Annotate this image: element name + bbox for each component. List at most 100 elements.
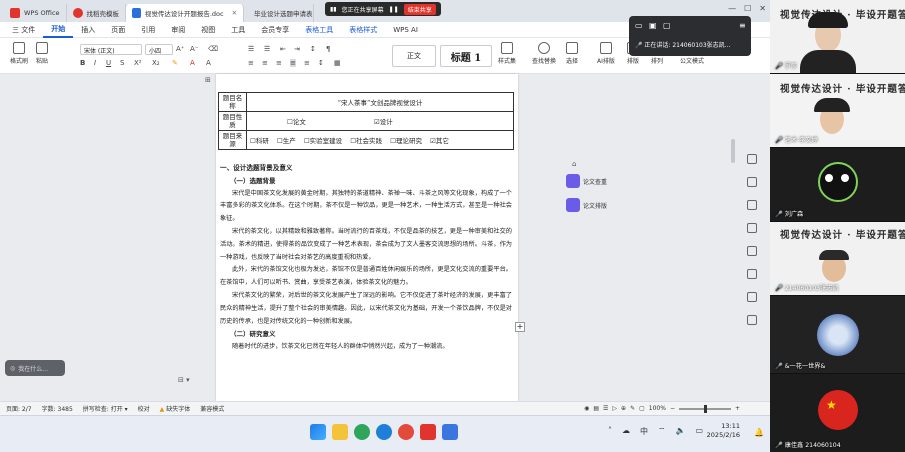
zoom-out-icon[interactable]: − xyxy=(670,405,675,412)
chevron-up-icon[interactable]: ˄ xyxy=(608,426,612,437)
italic-icon[interactable]: I xyxy=(94,59,96,67)
settings-icon[interactable] xyxy=(747,269,757,279)
checkbox-thesis[interactable]: ☐论文 xyxy=(287,116,306,126)
participant-tile[interactable]: 视觉传达设计 · 毕设开题答辩 🎤 艺术-李文婷 xyxy=(770,74,905,147)
shrink-font-icon[interactable]: A⁻ xyxy=(190,45,198,53)
menu-insert[interactable]: 插入 xyxy=(73,25,103,35)
style-set-button[interactable]: 样式集 xyxy=(498,42,516,65)
edit-icon[interactable] xyxy=(747,177,757,187)
scrollbar-thumb[interactable] xyxy=(731,139,735,163)
edge-icon[interactable] xyxy=(376,424,392,440)
show-marks-icon[interactable]: ¶ xyxy=(326,45,330,53)
reading-icon[interactable] xyxy=(747,315,757,325)
window-icon[interactable]: ▢ xyxy=(663,21,671,30)
menu-table-style[interactable]: 表格样式 xyxy=(341,25,385,35)
wps-icon[interactable] xyxy=(420,424,436,440)
superscript-icon[interactable]: X² xyxy=(134,59,142,67)
font-size-select[interactable]: 小四 xyxy=(145,44,173,55)
cursor-icon[interactable] xyxy=(747,200,757,210)
clock[interactable]: 13:11 2025/2/16 xyxy=(707,422,740,440)
add-row-icon[interactable]: + xyxy=(515,322,525,332)
close-icon[interactable]: ✕ xyxy=(759,4,766,13)
indent-icon[interactable]: ⇥ xyxy=(294,45,300,53)
align-left-icon[interactable]: ≡ xyxy=(248,59,254,67)
minimize-icon[interactable]: — xyxy=(728,4,736,13)
subscript-icon[interactable]: X₂ xyxy=(152,59,160,67)
eye-icon[interactable]: ◉ xyxy=(584,405,589,412)
format-painter-button[interactable]: 格式刷 xyxy=(10,42,28,65)
document-body[interactable]: 一、设计选题背景及意义 （一）选题背景 宋代是中国茶文化发展的黄金时期，其独特的… xyxy=(220,162,512,354)
checkbox-design[interactable]: ☑设计 xyxy=(374,116,393,126)
battery-icon[interactable]: ▭ xyxy=(696,426,704,437)
font-color-icon[interactable]: A xyxy=(190,59,195,67)
menu-tools[interactable]: 工具 xyxy=(223,25,253,35)
rotate-icon[interactable] xyxy=(747,223,757,233)
maximize-icon[interactable]: ☐ xyxy=(744,4,751,13)
missing-font-button[interactable]: ▲ 缺失字体 xyxy=(160,404,191,413)
pen-icon[interactable] xyxy=(747,154,757,164)
numbering-icon[interactable]: ☰ xyxy=(264,45,270,53)
ai-icon[interactable] xyxy=(747,292,757,302)
align-right-icon[interactable]: ≡ xyxy=(276,59,282,67)
table-handle-icon[interactable]: ⊞ xyxy=(205,76,211,84)
paste-button[interactable]: 粘贴 xyxy=(36,42,48,65)
tab-wps-office[interactable]: WPS Office xyxy=(4,4,67,22)
menu-page[interactable]: 页面 xyxy=(103,25,133,35)
proofread-button[interactable]: 校对 xyxy=(138,404,150,413)
checkbox-production[interactable]: ☐生产 xyxy=(277,135,296,145)
select-button[interactable]: 选择 xyxy=(566,42,578,65)
participant-tile[interactable]: 视觉传达设计 · 毕设开题答辩 🎤 罗莎 xyxy=(770,0,905,73)
web-view-icon[interactable]: ☰ xyxy=(603,405,608,412)
shapes-icon[interactable] xyxy=(747,246,757,256)
distribute-icon[interactable]: ≡ xyxy=(304,59,310,67)
ai-assistant-bubble[interactable]: ◎ 我在什么... xyxy=(5,360,65,376)
sort-icon[interactable]: ↕ xyxy=(310,45,316,53)
underline-icon[interactable]: U xyxy=(106,59,111,67)
stop-share-button[interactable]: 结束共享 xyxy=(403,3,436,15)
start-icon[interactable] xyxy=(310,424,326,440)
wechat-icon[interactable] xyxy=(354,424,370,440)
document-page[interactable]: ⊞ 题目名称 “宋人茶事”文创品牌视觉设计 题目性质 ☐论文 ☑设计 题目来源 xyxy=(216,74,518,401)
checkbox-research[interactable]: ☐科研 xyxy=(250,135,269,145)
volume-icon[interactable]: 🔈 xyxy=(676,426,686,437)
pen-icon[interactable]: ✎ xyxy=(630,405,635,412)
shading-icon[interactable]: ▦ xyxy=(334,59,341,67)
char-border-icon[interactable]: A xyxy=(206,59,211,67)
tab-templates[interactable]: 找稻壳模板 xyxy=(67,4,127,22)
wifi-icon[interactable]: ⌔ xyxy=(658,426,666,437)
zoom-in-icon[interactable]: + xyxy=(735,405,740,412)
more-icon[interactable]: ≡ xyxy=(739,21,746,30)
bullets-icon[interactable]: ☰ xyxy=(248,45,254,53)
spell-check-toggle[interactable]: 拼写检查: 打开 ▾ xyxy=(83,404,128,413)
bold-icon[interactable]: B xyxy=(80,59,85,67)
paper-layout-button[interactable]: 论文排版 xyxy=(566,198,626,212)
menu-references[interactable]: 引用 xyxy=(133,25,163,35)
menu-home[interactable]: 开始 xyxy=(43,22,74,38)
file-explorer-icon[interactable] xyxy=(332,424,348,440)
ime-icon[interactable]: 中 xyxy=(640,426,648,437)
fit-icon[interactable]: ▢ xyxy=(639,405,645,412)
strikethrough-icon[interactable]: S xyxy=(120,59,124,67)
menu-icon[interactable]: ▭ xyxy=(635,21,643,30)
justify-icon[interactable]: ≡ xyxy=(290,59,296,67)
highlight-icon[interactable]: ✎ xyxy=(172,59,178,67)
zoom-slider-knob[interactable] xyxy=(703,404,707,413)
checkbox-other[interactable]: ☑其它 xyxy=(430,135,449,145)
menu-view[interactable]: 视图 xyxy=(193,25,223,35)
outdent-icon[interactable]: ⇤ xyxy=(280,45,286,53)
word-count[interactable]: 字数: 3485 xyxy=(42,404,73,413)
align-center-icon[interactable]: ≡ xyxy=(262,59,268,67)
participant-tile[interactable]: ★ 🎤 康佳鑫 214060104 xyxy=(770,374,905,452)
globe-icon[interactable]: ⊕ xyxy=(621,405,626,412)
page-view-icon[interactable]: ▤ xyxy=(593,405,599,412)
menu-review[interactable]: 审阅 xyxy=(163,25,193,35)
font-name-select[interactable]: 宋体 (正文) xyxy=(80,44,142,55)
clear-format-icon[interactable]: ⌫ xyxy=(208,45,218,53)
meeting-app-icon[interactable] xyxy=(442,424,458,440)
play-icon[interactable]: ▷ xyxy=(612,405,617,412)
menu-file[interactable]: 三 文件 xyxy=(4,25,43,35)
document-area[interactable]: ⊞ 题目名称 “宋人茶事”文创品牌视觉设计 题目性质 ☐论文 ☑设计 题目来源 xyxy=(0,74,770,401)
pause-icon[interactable]: ❚❚ xyxy=(389,6,399,13)
cloud-icon[interactable]: ☁ xyxy=(622,426,630,437)
paragraph-menu-icon[interactable]: ⊟ ▾ xyxy=(178,376,190,384)
